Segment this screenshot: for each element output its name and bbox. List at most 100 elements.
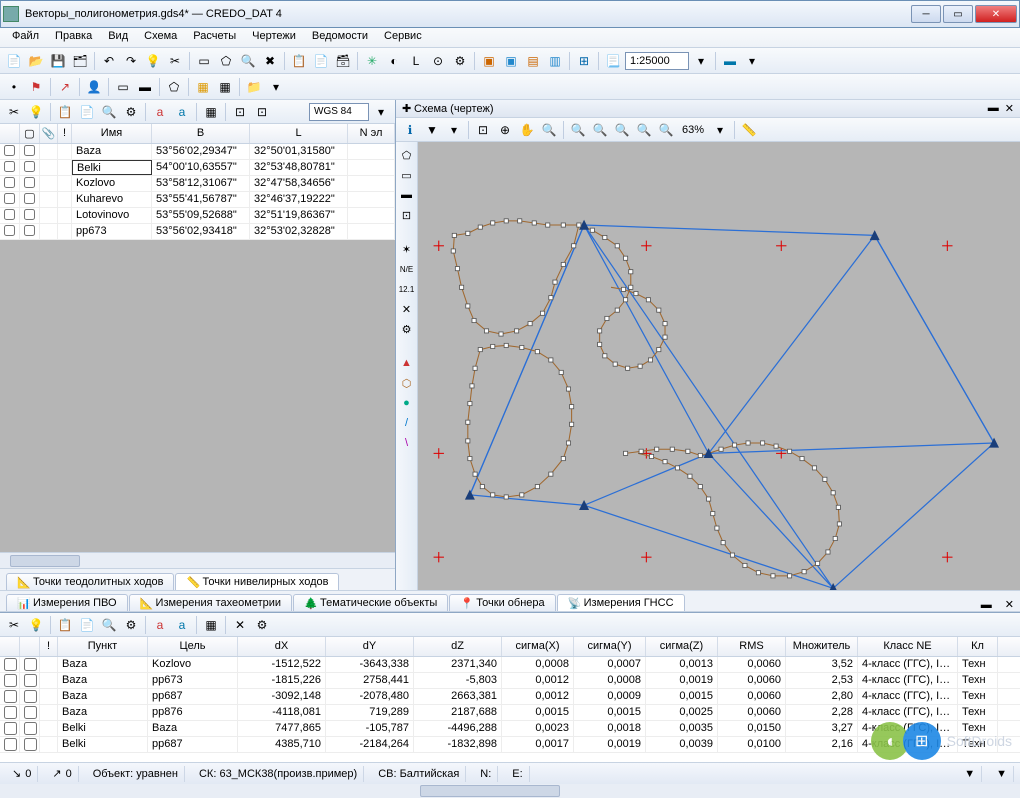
tool3-icon[interactable]: L: [406, 51, 426, 71]
table-row[interactable]: Bazapp687-3092,148-2078,4802663,3810,001…: [0, 689, 1020, 705]
bcol-2[interactable]: !: [40, 637, 58, 656]
bcol-11[interactable]: RMS: [718, 637, 786, 656]
rect2-tool-icon[interactable]: ▬: [135, 77, 155, 97]
strip-ne-icon[interactable]: N/E: [398, 260, 416, 278]
tab-theodolite[interactable]: 📐Точки теодолитных ходов: [6, 573, 174, 590]
poly-tool-icon[interactable]: ⬠: [164, 77, 184, 97]
scissors-icon[interactable]: ✂: [165, 51, 185, 71]
mid-close-icon[interactable]: ✕: [999, 598, 1020, 611]
table-row[interactable]: Baza53°56'02,29347"32°50'01,31580": [0, 144, 395, 160]
tab-survey[interactable]: 📍Точки обнера: [449, 594, 555, 611]
frame4-icon[interactable]: ▥: [545, 51, 565, 71]
minimize-button[interactable]: ─: [911, 5, 941, 23]
delete-icon[interactable]: ✖: [260, 51, 280, 71]
table-row[interactable]: Lotovinovo53°55'09,52688"32°51'19,86367": [0, 208, 395, 224]
strip-line-icon[interactable]: /: [398, 414, 416, 432]
bcol-7[interactable]: dZ: [414, 637, 502, 656]
bt-gear-icon[interactable]: ⚙: [252, 615, 272, 635]
menu-reports[interactable]: Ведомости: [304, 28, 376, 47]
maximize-button[interactable]: ▭: [943, 5, 973, 23]
zc-icon[interactable]: 🔍: [612, 120, 632, 140]
flag-icon[interactable]: ⚑: [26, 77, 46, 97]
status-filter2-icon[interactable]: ▼: [990, 766, 1014, 782]
bcol-3[interactable]: Пункт: [58, 637, 148, 656]
bcol-14[interactable]: Кл: [958, 637, 998, 656]
table-row[interactable]: Belki54°00'10,63557"32°53'48,80781": [0, 160, 395, 176]
frame2-icon[interactable]: ▣: [501, 51, 521, 71]
bcol-13[interactable]: Класс NE: [858, 637, 958, 656]
tab-gnss[interactable]: 📡Измерения ГНСС: [557, 594, 685, 611]
bt-scissors-icon[interactable]: ✂: [4, 615, 24, 635]
lp-tool-icon[interactable]: ⚙: [121, 102, 141, 122]
table-row[interactable]: pp67353°56'02,93418"32°53'02,32828": [0, 224, 395, 240]
mid-min-icon[interactable]: ▬: [975, 599, 998, 611]
strip-point-icon[interactable]: ✶: [398, 240, 416, 258]
info-icon[interactable]: ℹ: [400, 120, 420, 140]
tool2-icon[interactable]: ◐: [384, 51, 404, 71]
tool5-icon[interactable]: ⚙: [450, 51, 470, 71]
lp-scissors-icon[interactable]: ✂: [4, 102, 24, 122]
save-icon[interactable]: 💾: [48, 51, 68, 71]
strip-rect2-icon[interactable]: ▬: [398, 186, 416, 204]
menu-view[interactable]: Вид: [100, 28, 136, 47]
bcol-6[interactable]: dY: [326, 637, 414, 656]
dropdown3-icon[interactable]: ▾: [266, 77, 286, 97]
table-row[interactable]: Belkipp6874385,710-2184,264-1832,8980,00…: [0, 737, 1020, 753]
open-icon[interactable]: 📂: [26, 51, 46, 71]
dropdown-icon[interactable]: ▾: [691, 51, 711, 71]
zoom-icon[interactable]: 🔍: [238, 51, 258, 71]
bt-bulb-icon[interactable]: 💡: [26, 615, 46, 635]
col-b[interactable]: B: [152, 124, 250, 143]
strip-line2-icon[interactable]: \: [398, 434, 416, 452]
obj2-icon[interactable]: ▦: [215, 77, 235, 97]
zoom2-icon[interactable]: 🔍: [539, 120, 559, 140]
zoom-dropdown-icon[interactable]: ▾: [710, 120, 730, 140]
lp-e2-icon[interactable]: ⊡: [252, 102, 272, 122]
copy-icon[interactable]: 📋: [289, 51, 309, 71]
bcol-1[interactable]: [20, 637, 40, 656]
strip-poly-icon[interactable]: ⬡: [398, 374, 416, 392]
strip-cross-icon[interactable]: ✕: [398, 300, 416, 318]
point-icon[interactable]: •: [4, 77, 24, 97]
menu-edit[interactable]: Правка: [47, 28, 100, 47]
menu-calc[interactable]: Расчеты: [185, 28, 244, 47]
bcol-4[interactable]: Цель: [148, 637, 238, 656]
zoom-target-icon[interactable]: ⊕: [495, 120, 515, 140]
lp-grid-icon[interactable]: ▦: [201, 102, 221, 122]
ruler-icon[interactable]: 📏: [739, 120, 759, 140]
table-row[interactable]: BazaKozlovo-1512,522-3643,3382371,3400,0…: [0, 657, 1020, 673]
bt-paste-icon[interactable]: 📄: [77, 615, 97, 635]
menu-drawings[interactable]: Чертежи: [244, 28, 304, 47]
bottom-scroll[interactable]: [0, 782, 1020, 798]
col-nel[interactable]: N эл: [348, 124, 395, 143]
lp-find-icon[interactable]: 🔍: [99, 102, 119, 122]
bcol-5[interactable]: dX: [238, 637, 326, 656]
menu-file[interactable]: Файл: [4, 28, 47, 47]
table-row[interactable]: Bazapp876-4118,081719,2892187,6880,00150…: [0, 705, 1020, 721]
bcol-10[interactable]: сигма(Z): [646, 637, 718, 656]
stack-icon[interactable]: 🗃: [333, 51, 353, 71]
new-icon[interactable]: 📄: [4, 51, 24, 71]
filter-icon[interactable]: ▼: [422, 120, 442, 140]
strip-rect-icon[interactable]: ▭: [398, 166, 416, 184]
bulb-icon[interactable]: 💡: [143, 51, 163, 71]
scheme-close-icon[interactable]: ✕: [1005, 102, 1014, 115]
bt-copy-icon[interactable]: 📋: [55, 615, 75, 635]
tab-leveling[interactable]: 📏Точки нивелирных ходов: [175, 573, 339, 590]
tab-tacheo[interactable]: 📐Измерения тахеометрии: [129, 594, 293, 611]
bcol-12[interactable]: Множитель: [786, 637, 858, 656]
zin-icon[interactable]: 🔍: [634, 120, 654, 140]
scheme-pin-icon[interactable]: ✚: [402, 102, 411, 115]
scale-input[interactable]: [625, 52, 689, 70]
st-dropdown-icon[interactable]: ▾: [444, 120, 464, 140]
select-poly-icon[interactable]: ⬠: [216, 51, 236, 71]
lp-a1-icon[interactable]: a: [150, 102, 170, 122]
dropdown2-icon[interactable]: ▾: [742, 51, 762, 71]
pan-icon[interactable]: ✋: [517, 120, 537, 140]
bt-find-icon[interactable]: 🔍: [99, 615, 119, 635]
strip-frame-icon[interactable]: ⊡: [398, 206, 416, 224]
select-rect-icon[interactable]: ▭: [194, 51, 214, 71]
lp-paste-icon[interactable]: 📄: [77, 102, 97, 122]
col-l[interactable]: L: [250, 124, 348, 143]
strip-pentagon-icon[interactable]: ⬠: [398, 146, 416, 164]
